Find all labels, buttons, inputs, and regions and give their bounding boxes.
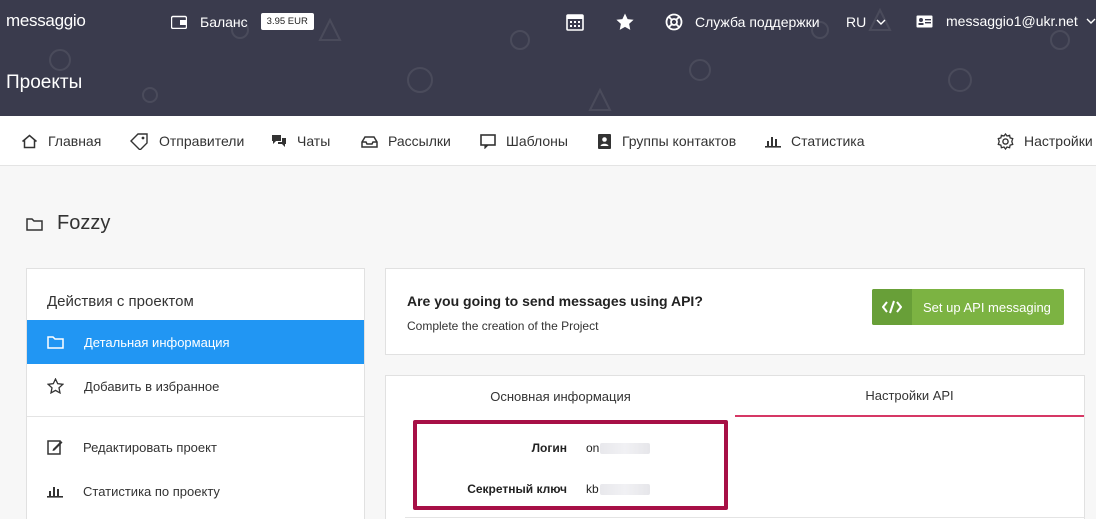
sidebar-divider [27,416,364,417]
nav-item-settings[interactable]: Настройки [997,116,1093,166]
chart-icon [47,487,63,498]
tag-icon [130,133,148,150]
setup-api-button-label: Set up API messaging [923,299,1051,315]
nav-item-label: Главная [48,133,102,149]
support-link[interactable]: Служба поддержки [665,13,820,31]
support-label: Служба поддержки [695,14,820,30]
nav-item-label: Отправители [159,133,245,149]
chat-icon [272,135,286,147]
account-email: messaggio1@ukr.net [946,13,1078,29]
sidebar-item-label: Детальная информация [84,334,230,350]
main-nav: Главная Отправители Чаты Рассылки Шаблон… [0,116,1096,166]
account-menu[interactable]: messaggio1@ukr.net [916,13,1096,29]
language-selector[interactable]: RU [846,14,886,30]
home-icon [22,134,37,148]
project-actions-panel: Действия с проектом Детальная информация… [26,268,365,519]
nav-item-senders[interactable]: Отправители [129,116,244,166]
sidebar-item-favorite[interactable]: Добавить в избранное [27,364,364,408]
nav-item-label: Шаблоны [506,133,568,149]
contacts-icon [598,133,611,149]
nav-item-label: Настройки [1024,133,1093,149]
lifebuoy-icon [665,13,683,31]
sidebar-item-label: Добавить в избранное [84,378,220,394]
project-title: Fozzy [26,212,110,235]
sidebar-item-label: Редактировать проект [83,439,217,455]
nav-item-label: Статистика [791,133,865,149]
calendar-icon[interactable] [565,12,585,32]
sidebar-item-project-stats[interactable]: Статистика по проекту [27,469,364,513]
star-icon [47,378,64,394]
code-box [872,289,912,325]
project-name: Fozzy [57,212,111,234]
nav-item-chats[interactable]: Чаты [271,116,330,166]
id-card-icon [916,15,933,27]
folder-icon [47,336,64,349]
nav-item-mailings[interactable]: Рассылки [361,116,451,166]
api-card-title: Are you going to send messages using API… [407,293,703,309]
balance-label: Баланс [200,13,248,30]
top-bar: messaggio Баланс 3.95 EUR Служба поддерж… [0,0,1096,44]
inbox-icon [361,135,378,148]
nav-item-label: Группы контактов [622,133,737,149]
tab-api-settings[interactable]: Настройки API [735,376,1084,417]
nav-item-label: Чаты [297,133,331,149]
wallet-icon [171,15,187,29]
setup-api-button[interactable]: Set up API messaging [872,289,1064,325]
api-card-subtitle: Complete the creation of the Project [407,319,599,333]
edit-icon [47,440,63,455]
api-promo-card: Are you going to send messages using API… [385,268,1085,355]
template-icon [480,133,496,149]
tab-main-info[interactable]: Основная информация [386,376,735,417]
code-icon [882,300,902,314]
top-header: messaggio Баланс 3.95 EUR Служба поддерж… [0,0,1096,116]
folder-icon [26,217,43,231]
star-icon[interactable] [615,12,635,32]
chevron-down-icon [876,19,886,25]
sidebar-title: Действия с проектом [47,293,194,310]
highlight-frame [413,420,728,510]
page-title: Проекты [6,72,83,93]
language-value: RU [846,14,867,30]
sidebar-item-label: Статистика по проекту [83,483,220,499]
balance-badge: 3.95 EUR [260,13,314,30]
nav-item-contact-groups[interactable]: Группы контактов [597,116,736,166]
nav-item-home[interactable]: Главная [21,116,101,166]
logo[interactable]: messaggio [6,11,86,31]
row-divider [405,517,1085,518]
gear-icon [997,132,1014,150]
balance-widget[interactable]: Баланс 3.95 EUR [171,13,314,30]
sidebar-item-edit[interactable]: Редактировать проект [27,425,364,469]
chevron-down-icon [1086,18,1096,24]
nav-item-templates[interactable]: Шаблоны [480,116,568,166]
sidebar-item-details[interactable]: Детальная информация [27,320,364,364]
chart-icon [765,137,781,148]
nav-item-label: Рассылки [388,133,451,149]
nav-item-statistics[interactable]: Статистика [765,116,865,166]
